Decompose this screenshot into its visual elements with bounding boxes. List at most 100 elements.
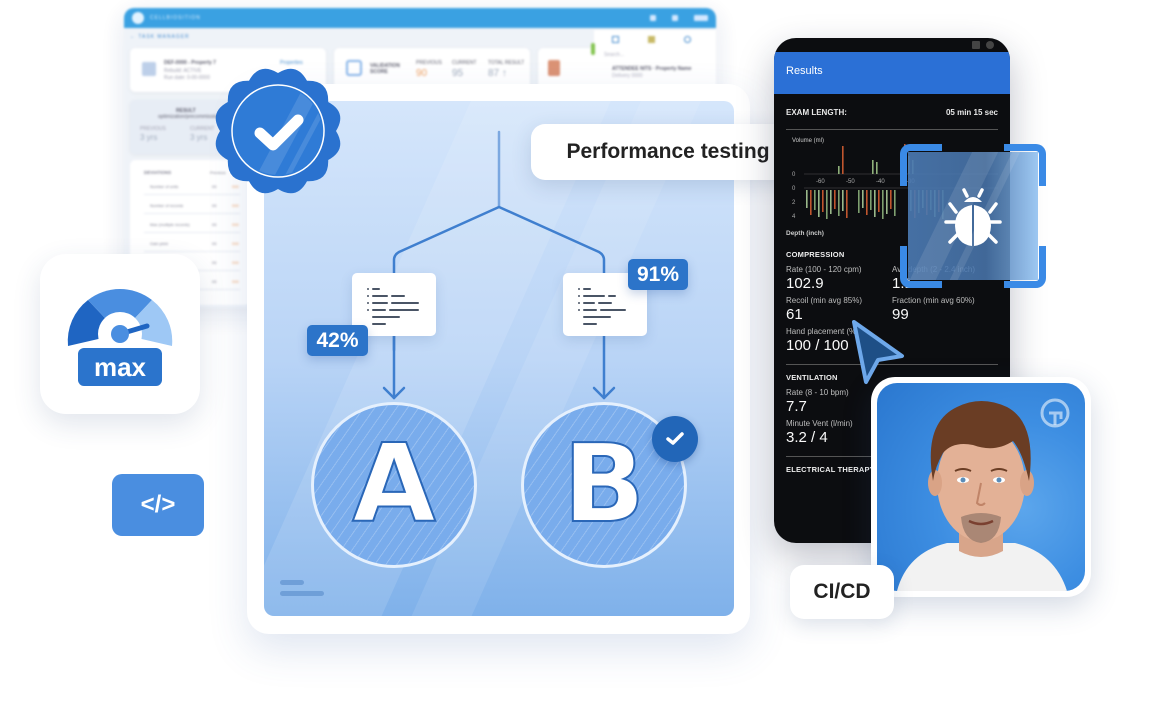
exam-length-value: 05 min 15 sec bbox=[945, 108, 998, 117]
chart-depth-bar bbox=[818, 190, 820, 217]
cicd-label: CI/CD bbox=[790, 565, 894, 619]
profile-photo bbox=[877, 383, 1085, 591]
image-icon[interactable] bbox=[648, 36, 655, 43]
metric-label: Recoil (min avg 85%) bbox=[786, 296, 863, 305]
chart-volume-bar bbox=[876, 162, 878, 174]
bug-scanner bbox=[900, 144, 1046, 288]
side-panel-handle[interactable] bbox=[591, 43, 595, 55]
bug-icon bbox=[944, 188, 1002, 246]
breadcrumb[interactable]: ← TASK MANAGER bbox=[130, 34, 190, 40]
side-panel: Search... ATTENDEE NITS · Property Name … bbox=[594, 30, 716, 90]
table-row-divider bbox=[144, 251, 240, 252]
variant-b-conversion: 91% bbox=[628, 259, 688, 290]
variant-a-conversion: 42% bbox=[307, 325, 368, 356]
result-current: 3 yrs bbox=[190, 133, 208, 142]
chart-depth-bar bbox=[838, 190, 840, 216]
winner-check-icon bbox=[652, 416, 698, 462]
result-previous-label: PREVIOUS bbox=[140, 126, 166, 132]
person-portrait bbox=[897, 398, 1070, 591]
performance-testing-label: Performance testing bbox=[531, 124, 805, 180]
chart-volume-bar bbox=[842, 146, 844, 174]
dashboard-topbar: CELLBIOSITION bbox=[124, 8, 716, 28]
metric: Rate (100 - 120 cpm) 102.9 bbox=[786, 265, 892, 292]
property-date: Run date: 0-00-0000 bbox=[164, 75, 210, 81]
metric-value: 102.9 bbox=[786, 275, 824, 292]
table-row-name: Number of records bbox=[150, 203, 184, 208]
chart-depth-bar bbox=[882, 190, 884, 219]
chart-depth-bar bbox=[858, 190, 860, 213]
current-score: 95 bbox=[452, 68, 464, 79]
file-icon bbox=[548, 60, 560, 76]
chart-depth-bar bbox=[878, 190, 880, 212]
chart-y-tick: 4 bbox=[792, 214, 796, 220]
user-menu[interactable] bbox=[694, 15, 708, 21]
table-row-current: 000 bbox=[232, 279, 239, 284]
chart-depth-bar bbox=[890, 190, 892, 209]
help-icon[interactable] bbox=[684, 36, 691, 43]
chart-depth-bar bbox=[846, 190, 848, 218]
side-search-input[interactable]: Search... bbox=[604, 52, 624, 58]
panel-placeholder-lines bbox=[280, 580, 324, 602]
breadcrumb-label: TASK MANAGER bbox=[138, 34, 190, 40]
phone-status-bar bbox=[774, 38, 1010, 52]
verified-badge-icon bbox=[215, 68, 341, 194]
search-icon[interactable] bbox=[650, 15, 656, 21]
chart-volume-bar bbox=[838, 166, 840, 174]
chart-depth-bar bbox=[870, 190, 872, 210]
table-row-divider bbox=[144, 232, 240, 233]
chart-y-tick: 0 bbox=[792, 186, 796, 192]
table-row-name: Number of units bbox=[150, 184, 179, 189]
chart-depth-bar bbox=[874, 190, 876, 217]
variant-a-label: A bbox=[351, 422, 437, 547]
chart-bottom-label: Depth (inch) bbox=[786, 230, 824, 237]
variant-b-label: B bbox=[562, 422, 646, 547]
table-row-previous: 00 bbox=[212, 203, 217, 208]
total-result-score: 87 ↑ bbox=[488, 68, 507, 79]
validation-title: VALIDATION SCORE bbox=[370, 63, 400, 75]
total-result-label: TOTAL RESULT bbox=[488, 60, 525, 66]
chart-y-tick: 2 bbox=[792, 200, 796, 206]
previous-score: 90 bbox=[416, 68, 428, 79]
table-row-current: 000 bbox=[232, 241, 239, 246]
calendar-icon[interactable] bbox=[612, 36, 619, 43]
current-label: CURRENT bbox=[452, 60, 477, 66]
exam-length-row: EXAM LENGTH: 05 min 15 sec bbox=[786, 94, 998, 130]
chart-depth-bar bbox=[810, 190, 812, 215]
table-header: DEVIATIONS bbox=[144, 170, 172, 175]
results-title: Results bbox=[786, 65, 823, 77]
chart-depth-bar bbox=[822, 190, 824, 212]
table-row-divider bbox=[144, 213, 240, 214]
chart-depth-bar bbox=[894, 190, 896, 216]
chart-depth-bar bbox=[886, 190, 888, 214]
max-badge: max bbox=[78, 348, 162, 386]
metric-label: Fraction (min avg 60%) bbox=[892, 296, 975, 305]
chart-depth-bar bbox=[806, 190, 808, 208]
side-item[interactable]: ATTENDEE NITS · Property Name bbox=[612, 66, 691, 72]
chart-volume-bar bbox=[872, 160, 874, 174]
table-row-current: 000 bbox=[232, 222, 239, 227]
table-row-name: Max (multiple records) bbox=[150, 222, 190, 227]
dashboard-brand: CELLBIOSITION bbox=[150, 15, 201, 21]
barcode-icon bbox=[142, 62, 156, 76]
code-icon: </> bbox=[112, 474, 204, 536]
table-row-name: Gain yield bbox=[150, 241, 168, 246]
variant-a[interactable]: A bbox=[311, 402, 477, 568]
validation-icon bbox=[346, 60, 362, 76]
chart-x-tick: -40 bbox=[876, 179, 885, 185]
chart-depth-bar bbox=[866, 190, 868, 215]
table-row-previous: 00 bbox=[212, 260, 217, 265]
exam-length-label: EXAM LENGTH: bbox=[786, 108, 847, 117]
property-status: Rebuild: ACTIVE bbox=[164, 68, 202, 74]
chart-depth-bar bbox=[830, 190, 832, 214]
table-row-current: 000 bbox=[232, 203, 239, 208]
chart-depth-bar bbox=[826, 190, 828, 219]
dashboard-logo-icon bbox=[132, 12, 144, 24]
chart-depth-bar bbox=[814, 190, 816, 210]
grid-icon[interactable] bbox=[672, 15, 678, 21]
table-row-previous: 00 bbox=[212, 279, 217, 284]
side-item-sub: Delivery 0000 bbox=[612, 73, 643, 79]
result-previous: 3 yrs bbox=[140, 133, 158, 142]
chart-y-tick: 0 bbox=[792, 172, 796, 178]
results-app-bar: Results bbox=[774, 52, 1010, 94]
chart-x-tick: -50 bbox=[846, 179, 855, 185]
